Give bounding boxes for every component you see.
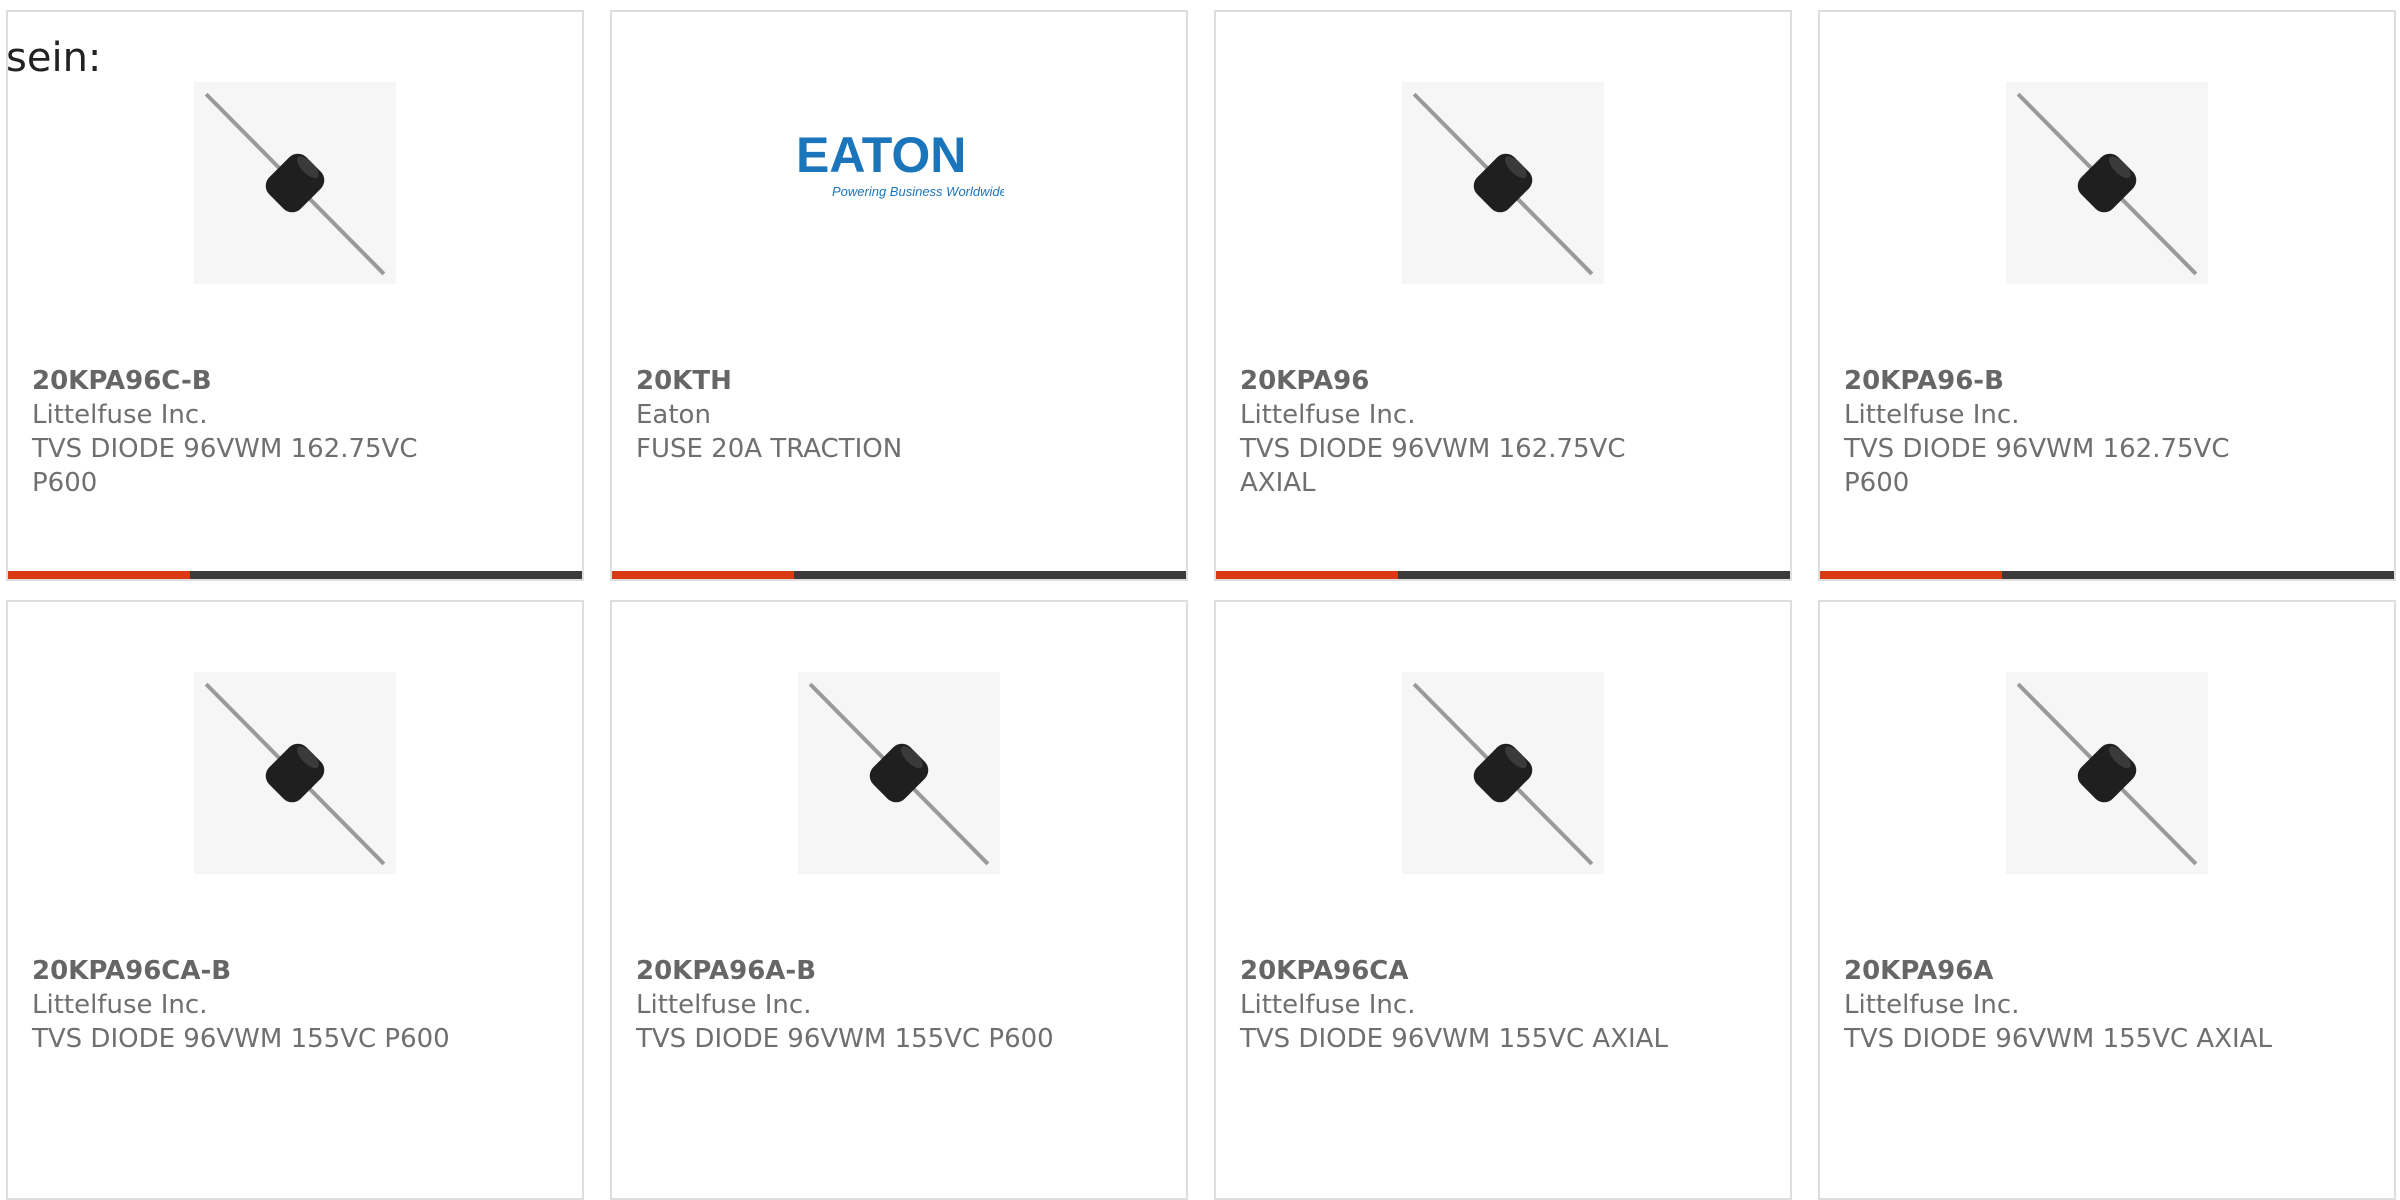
description: TVS DIODE 96VWM 162.75VC P600 (1844, 434, 2230, 498)
card-accent (1820, 571, 2002, 579)
description: TVS DIODE 96VWM 162.75VC AXIAL (1240, 434, 1626, 498)
part-number-link[interactable]: 20KPA96C-B (32, 364, 552, 398)
product-info: 20KPA96A-B Littelfuse Inc. TVS DIODE 96V… (636, 954, 1156, 1056)
manufacturer: Littelfuse Inc. (1240, 400, 1416, 430)
manufacturer: Littelfuse Inc. (32, 400, 208, 430)
axial-diode-icon[interactable] (1402, 672, 1604, 874)
part-number-link[interactable]: 20KPA96CA (1240, 954, 1760, 988)
eaton-logo[interactable]: EATON Powering Business Worldwide (794, 130, 1004, 210)
description: FUSE 20A TRACTION (636, 434, 903, 464)
card-footer-bar (612, 571, 1186, 579)
card-footer-bar (1216, 571, 1790, 579)
product-info: 20KPA96A Littelfuse Inc. TVS DIODE 96VWM… (1844, 954, 2364, 1056)
axial-diode-icon[interactable] (194, 82, 396, 284)
intro-text: sein: (6, 35, 102, 81)
manufacturer: Littelfuse Inc. (636, 990, 812, 1020)
manufacturer: Littelfuse Inc. (1240, 990, 1416, 1020)
product-info: 20KPA96C-B Littelfuse Inc. TVS DIODE 96V… (32, 364, 552, 500)
part-number-link[interactable]: 20KPA96A-B (636, 954, 1156, 988)
product-card[interactable]: 20KPA96CA-B Littelfuse Inc. TVS DIODE 96… (6, 600, 584, 1200)
axial-diode-icon[interactable] (2006, 672, 2208, 874)
manufacturer: Eaton (636, 400, 711, 430)
manufacturer: Littelfuse Inc. (32, 990, 208, 1020)
product-grid: sein: 20KPA96C-B Littelfuse Inc. TVS DIO… (0, 0, 2400, 1200)
eaton-logo-tagline: Powering Business Worldwide (832, 184, 1004, 199)
card-accent (612, 571, 794, 579)
part-number-link[interactable]: 20KPA96 (1240, 364, 1760, 398)
axial-diode-icon[interactable] (798, 672, 1000, 874)
part-number-link[interactable]: 20KPA96A (1844, 954, 2364, 988)
axial-diode-icon[interactable] (2006, 82, 2208, 284)
product-card[interactable]: 20KPA96 Littelfuse Inc. TVS DIODE 96VWM … (1214, 10, 1792, 581)
manufacturer: Littelfuse Inc. (1844, 990, 2020, 1020)
eaton-logo-text: EATON (796, 130, 966, 183)
description: TVS DIODE 96VWM 162.75VC P600 (32, 434, 418, 498)
axial-diode-icon[interactable] (1402, 82, 1604, 284)
axial-diode-icon[interactable] (194, 672, 396, 874)
product-info: 20KPA96CA-B Littelfuse Inc. TVS DIODE 96… (32, 954, 552, 1056)
product-card[interactable]: 20KPA96A Littelfuse Inc. TVS DIODE 96VWM… (1818, 600, 2396, 1200)
product-info: 20KPA96-B Littelfuse Inc. TVS DIODE 96VW… (1844, 364, 2364, 500)
part-number-link[interactable]: 20KPA96-B (1844, 364, 2364, 398)
product-info: 20KPA96CA Littelfuse Inc. TVS DIODE 96VW… (1240, 954, 1760, 1056)
description: TVS DIODE 96VWM 155VC P600 (636, 1024, 1054, 1054)
product-card[interactable]: 20KPA96CA Littelfuse Inc. TVS DIODE 96VW… (1214, 600, 1792, 1200)
description: TVS DIODE 96VWM 155VC AXIAL (1240, 1024, 1668, 1054)
card-footer-bar (1820, 571, 2394, 579)
product-card[interactable]: EATON Powering Business Worldwide 20KTH … (610, 10, 1188, 581)
product-card[interactable]: 20KPA96A-B Littelfuse Inc. TVS DIODE 96V… (610, 600, 1188, 1200)
manufacturer: Littelfuse Inc. (1844, 400, 2020, 430)
card-accent (1216, 571, 1398, 579)
product-card[interactable]: 20KPA96-B Littelfuse Inc. TVS DIODE 96VW… (1818, 10, 2396, 581)
card-footer-bar (8, 571, 582, 579)
description: TVS DIODE 96VWM 155VC P600 (32, 1024, 450, 1054)
card-accent (8, 571, 190, 579)
product-info: 20KTH Eaton FUSE 20A TRACTION (636, 364, 1156, 466)
part-number-link[interactable]: 20KPA96CA-B (32, 954, 552, 988)
product-info: 20KPA96 Littelfuse Inc. TVS DIODE 96VWM … (1240, 364, 1760, 500)
part-number-link[interactable]: 20KTH (636, 364, 1156, 398)
description: TVS DIODE 96VWM 155VC AXIAL (1844, 1024, 2272, 1054)
product-card[interactable]: 20KPA96C-B Littelfuse Inc. TVS DIODE 96V… (6, 10, 584, 581)
